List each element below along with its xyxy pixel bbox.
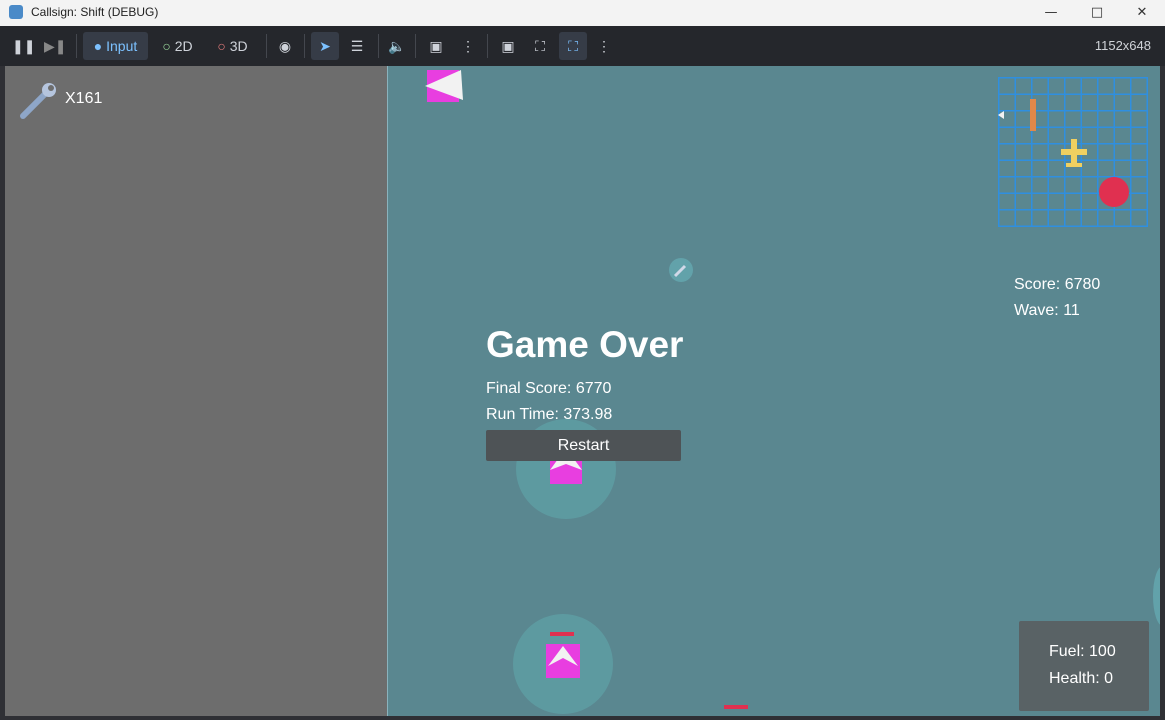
toolbar-separator <box>378 34 379 58</box>
enemy-ship <box>425 70 463 102</box>
mode-3d-button[interactable]: ○ 3D <box>210 32 255 60</box>
pause-button[interactable]: ❚❚ <box>12 32 35 60</box>
3d-circle-icon: ○ <box>217 38 226 54</box>
expand-icon[interactable]: ⛶ <box>528 32 552 60</box>
input-icon: ● <box>93 38 103 54</box>
wrench-pickup <box>669 258 693 282</box>
score-label: Score: 6780 <box>1014 276 1101 293</box>
mode-3d-label: 3D <box>229 38 248 54</box>
toolbar-separator <box>266 34 267 58</box>
mode-2d-label: 2D <box>174 38 193 54</box>
more-options-icon[interactable]: ⋮ <box>592 32 616 60</box>
minimize-button[interactable]: — <box>1028 0 1074 26</box>
debug-toolbar: ❚❚ ▶❚ ● Input ○ 2D ○ 3D ◉ ➤ ☰ 🔈 ▣ ⋮ ▣ ⛶ … <box>0 26 1165 66</box>
close-button[interactable]: ✕ <box>1119 0 1165 26</box>
visibility-eye-icon[interactable]: ◉ <box>273 32 297 60</box>
toolbar-separator <box>415 34 416 58</box>
2d-circle-icon: ○ <box>162 38 171 54</box>
game-viewport[interactable]: X161 Score: 6780 Wave: 11 Game Over Fina… <box>5 66 1160 716</box>
toolbar-separator <box>487 34 488 58</box>
fuel-label: Fuel: 100 <box>1049 643 1116 660</box>
window-titlebar: Callsign: Shift (DEBUG) — □ ✕ <box>0 0 1165 26</box>
godot-app-icon <box>9 5 23 19</box>
more-options-icon[interactable]: ⋮ <box>456 32 480 60</box>
input-mode-label: Input <box>106 38 138 54</box>
list-select-icon[interactable]: ☰ <box>343 32 371 60</box>
resolution-readout: 1152x648 <box>1094 38 1151 53</box>
fullscreen-icon[interactable]: ⛶ <box>559 32 587 60</box>
camera-icon[interactable]: ▣ <box>424 32 448 60</box>
enemy-ship <box>513 614 613 714</box>
health-label: Health: 0 <box>1049 670 1114 687</box>
run-time: Run Time: 373.98 <box>486 406 613 423</box>
input-mode-button[interactable]: ● Input <box>83 32 148 60</box>
mode-2d-button[interactable]: ○ 2D <box>155 32 200 60</box>
enemy-bullet <box>724 705 748 709</box>
maximize-button[interactable]: □ <box>1074 0 1120 26</box>
restart-button[interactable]: Restart <box>486 430 681 461</box>
ammo-count: X161 <box>65 90 103 107</box>
wrench-ammo-icon <box>20 83 56 119</box>
game-over-title: Game Over <box>486 324 684 365</box>
final-score: Final Score: 6770 <box>486 380 612 397</box>
next-frame-button[interactable]: ▶❚ <box>44 32 67 60</box>
offscreen-shield <box>1153 566 1160 626</box>
toolbar-separator <box>304 34 305 58</box>
toolbar-separator <box>76 34 77 58</box>
screenshot-icon[interactable]: ▣ <box>496 32 520 60</box>
select-cursor-icon[interactable]: ➤ <box>311 32 339 60</box>
audio-speaker-icon[interactable]: 🔈 <box>385 32 409 60</box>
window-title: Callsign: Shift (DEBUG) <box>31 5 159 19</box>
left-side-panel <box>5 66 388 716</box>
wave-label: Wave: 11 <box>1014 302 1080 319</box>
minimap <box>998 77 1148 227</box>
status-panel: Fuel: 100 Health: 0 <box>1019 621 1149 711</box>
